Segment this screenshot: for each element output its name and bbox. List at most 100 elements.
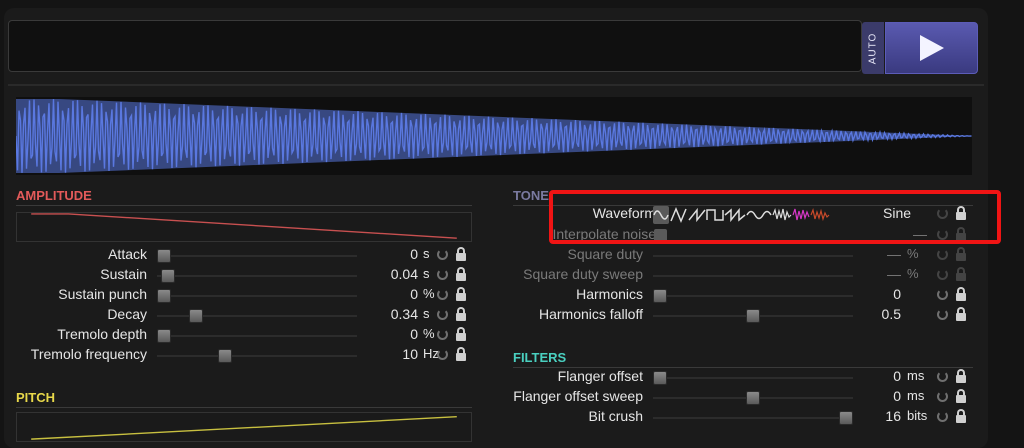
reset-icon[interactable] <box>937 289 948 300</box>
amplitude-param-value: 10 <box>402 346 418 362</box>
reset-icon[interactable] <box>937 249 948 260</box>
filter-param-value: 0 <box>893 388 901 404</box>
lock-icon[interactable] <box>956 409 966 423</box>
filter-param-row: Flanger offset sweep 0 ms <box>513 388 973 408</box>
amplitude-param-label: Attack <box>108 246 147 262</box>
auto-label: AUTO <box>867 32 879 64</box>
filter-param-row: Bit crush 16 bits <box>513 408 973 428</box>
tone-param-label: Harmonics <box>576 286 643 302</box>
amplitude-param-row: Tremolo frequency 10 Hz <box>16 346 472 366</box>
amplitude-param-row: Attack 0 s <box>16 246 472 266</box>
filter-param-label: Flanger offset <box>557 368 643 384</box>
reset-icon[interactable] <box>437 289 448 300</box>
auto-toggle[interactable]: AUTO <box>862 22 884 74</box>
filter-param-slider-handle[interactable] <box>746 391 760 405</box>
amplitude-param-label: Tremolo frequency <box>30 346 147 362</box>
filter-param-unit: ms <box>907 388 925 403</box>
amplitude-param-row: Sustain 0.04 s <box>16 266 472 286</box>
tone-param-row: Harmonics falloff 0.5 <box>513 306 973 326</box>
divider <box>16 205 472 206</box>
pitch-envelope-line <box>31 416 457 440</box>
tone-param-label: Square duty sweep <box>523 266 643 282</box>
tone-param-slider-track[interactable] <box>653 255 853 257</box>
pitch-envelope <box>16 412 472 442</box>
lock-icon[interactable] <box>956 389 966 403</box>
reset-icon[interactable] <box>937 411 948 422</box>
amplitude-param-unit: % <box>423 286 435 301</box>
amplitude-param-slider-track[interactable] <box>157 355 357 357</box>
amplitude-param-slider-track[interactable] <box>157 275 357 277</box>
filter-param-slider-track[interactable] <box>653 377 853 379</box>
filter-param-slider-track[interactable] <box>653 417 853 419</box>
amplitude-param-slider-handle[interactable] <box>188 309 203 323</box>
amplitude-param-slider-handle[interactable] <box>218 349 233 363</box>
tone-param-row: Harmonics 0 <box>513 286 973 306</box>
amplitude-param-value: 0 <box>410 246 418 262</box>
amplitude-param-row: Sustain punch 0% <box>16 286 472 306</box>
tone-param-slider-handle[interactable] <box>746 309 760 323</box>
amplitude-param-unit: s <box>423 266 430 281</box>
section-tone: TONE <box>513 188 549 203</box>
amplitude-param-label: Sustain punch <box>58 286 147 302</box>
amplitude-param-row: Decay 0.34 s <box>16 306 472 326</box>
amplitude-param-slider-track[interactable] <box>157 295 357 297</box>
tone-param-slider-track[interactable] <box>653 295 853 297</box>
reset-icon[interactable] <box>937 391 948 402</box>
tone-param-row: Square duty sweep —% <box>513 266 973 286</box>
lock-icon[interactable] <box>456 247 466 261</box>
amplitude-param-label: Tremolo depth <box>57 326 147 342</box>
tone-param-unit: % <box>907 246 919 261</box>
divider <box>16 407 472 408</box>
lock-icon[interactable] <box>456 327 466 341</box>
amplitude-param-value: 0 <box>410 326 418 342</box>
lock-icon[interactable] <box>456 347 466 361</box>
tone-param-value: 0 <box>893 286 901 302</box>
section-amplitude: AMPLITUDE <box>16 188 92 203</box>
play-button[interactable] <box>885 22 978 74</box>
reset-icon[interactable] <box>437 349 448 360</box>
reset-icon[interactable] <box>437 329 448 340</box>
amplitude-param-value: 0.34 <box>390 306 418 322</box>
lock-icon[interactable] <box>456 307 466 321</box>
filter-param-label: Bit crush <box>588 408 643 424</box>
lock-icon[interactable] <box>956 287 966 301</box>
amplitude-param-value: 0.04 <box>390 266 418 282</box>
section-filters: FILTERS <box>513 350 567 365</box>
lock-icon[interactable] <box>456 267 466 281</box>
amplitude-param-slider-handle[interactable] <box>160 269 175 283</box>
amplitude-param-slider-handle[interactable] <box>157 329 171 343</box>
highlight-annotation <box>549 190 1001 244</box>
filter-param-value: 0 <box>893 368 901 384</box>
tone-param-unit: % <box>907 266 919 281</box>
filter-param-label: Flanger offset sweep <box>513 388 643 404</box>
reset-icon[interactable] <box>937 371 948 382</box>
amplitude-param-row: Tremolo depth 0% <box>16 326 472 346</box>
filter-param-slider-handle[interactable] <box>653 371 667 385</box>
tone-param-slider-track[interactable] <box>653 275 853 277</box>
reset-icon[interactable] <box>437 269 448 280</box>
amplitude-envelope-line <box>31 213 457 239</box>
lock-icon[interactable] <box>956 307 966 321</box>
lock-icon[interactable] <box>956 369 966 383</box>
lock-icon[interactable] <box>956 247 966 261</box>
lock-icon[interactable] <box>456 287 466 301</box>
reset-icon[interactable] <box>937 309 948 320</box>
waveform-display <box>16 97 972 175</box>
lock-icon[interactable] <box>956 267 966 281</box>
reset-icon[interactable] <box>437 249 448 260</box>
amplitude-param-slider-handle[interactable] <box>157 249 171 263</box>
amplitude-param-label: Sustain <box>100 266 147 282</box>
filter-param-slider-handle[interactable] <box>839 411 853 425</box>
filter-param-unit: bits <box>907 408 928 423</box>
filter-param-unit: ms <box>907 368 925 383</box>
sound-list-bar[interactable] <box>8 20 862 72</box>
amplitude-param-slider-handle[interactable] <box>157 289 171 303</box>
reset-icon[interactable] <box>437 309 448 320</box>
amplitude-param-slider-track[interactable] <box>157 335 357 337</box>
tone-param-label: Harmonics falloff <box>538 306 643 322</box>
tone-param-slider-handle[interactable] <box>653 289 667 303</box>
amplitude-param-slider-track[interactable] <box>157 315 357 317</box>
tone-param-label: Square duty <box>567 246 644 262</box>
amplitude-param-slider-track[interactable] <box>157 255 357 257</box>
reset-icon[interactable] <box>937 269 948 280</box>
